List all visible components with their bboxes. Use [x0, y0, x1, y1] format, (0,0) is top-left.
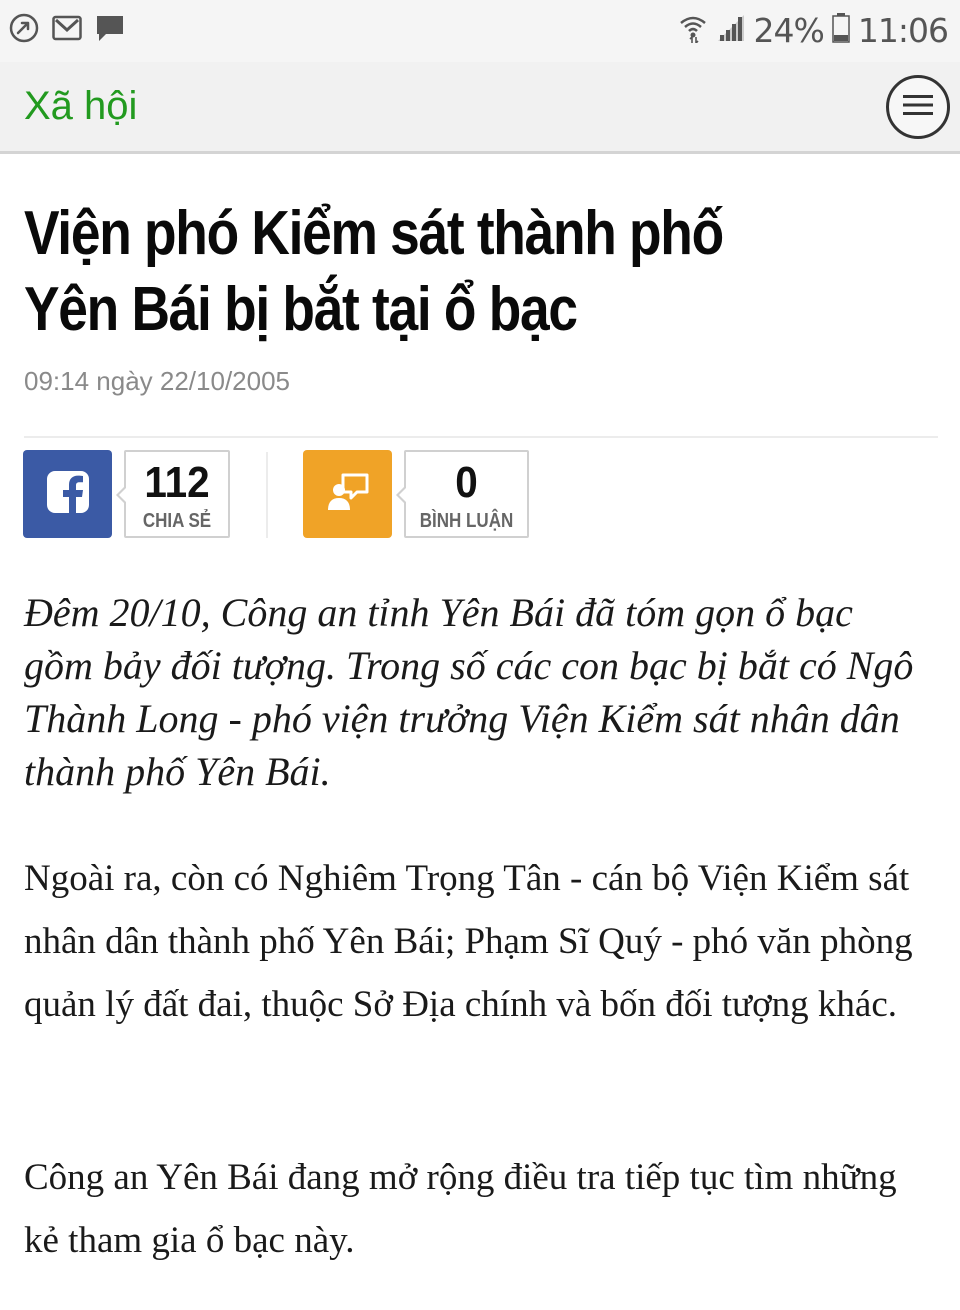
article-title: Viện phó Kiểm sát thành phố Yên Bái bị b… — [24, 199, 724, 344]
status-bar: 24% 11:06 — [0, 0, 960, 62]
signal-icon — [716, 13, 746, 48]
comment-count: 0 — [455, 458, 478, 507]
article-timestamp: 09:14 ngày 22/10/2005 — [24, 366, 291, 396]
social-divider — [266, 452, 268, 538]
status-notification-icons — [8, 12, 126, 49]
share-count: 112 — [144, 458, 210, 507]
hamburger-menu-icon — [903, 94, 933, 121]
article-paragraph: Ngoài ra, còn có Nghiêm Trọng Tân - cán … — [24, 858, 913, 1025]
comment-count-box: 0 BÌNH LUẬN — [396, 450, 529, 538]
status-system-indicators: 24% 11:06 — [678, 8, 949, 52]
battery-percent: 24% — [753, 10, 825, 50]
gmail-icon — [52, 15, 82, 46]
divider — [24, 436, 938, 438]
clock: 11:06 — [857, 10, 949, 50]
call-forward-icon — [8, 12, 40, 49]
comment-icon — [327, 472, 369, 517]
facebook-share-button[interactable] — [23, 450, 112, 538]
battery-icon — [832, 12, 850, 48]
section-title[interactable]: Xã hội — [24, 84, 137, 129]
article-lead: Đêm 20/10, Công an tỉnh Yên Bái đã tóm g… — [24, 590, 914, 794]
share-label: CHIA SẺ — [142, 510, 212, 532]
facebook-icon — [46, 470, 90, 519]
section-header: Xã hội — [0, 62, 960, 154]
comment-button[interactable] — [303, 450, 392, 538]
comment-label: BÌNH LUẬN — [419, 510, 514, 532]
article-paragraph: Công an Yên Bái đang mở rộng điều tra ti… — [24, 1157, 897, 1261]
message-icon — [94, 12, 126, 49]
menu-button[interactable] — [886, 75, 950, 139]
wifi-icon — [678, 13, 708, 48]
share-count-box: 112 CHIA SẺ — [116, 450, 230, 538]
